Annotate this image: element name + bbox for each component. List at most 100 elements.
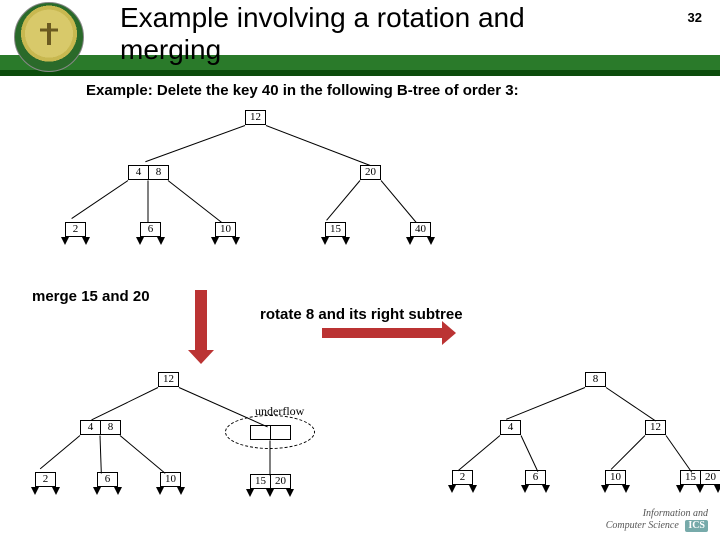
null-pointer-icon xyxy=(342,237,350,245)
null-pointer-icon xyxy=(61,237,69,245)
node-key: 10 xyxy=(215,222,236,237)
null-pointer-icon xyxy=(136,237,144,245)
top-l1-right-node: 20 xyxy=(360,165,381,180)
footer-line2: Computer Science xyxy=(606,520,679,531)
null-pointer-icon xyxy=(157,237,165,245)
node-key: 4 xyxy=(80,420,101,435)
edge xyxy=(270,441,271,476)
edge xyxy=(145,125,245,162)
node-key: 10 xyxy=(605,470,626,485)
rotate-arrow-icon xyxy=(322,328,442,338)
node-key: 10 xyxy=(160,472,181,487)
node-key: 20 xyxy=(270,474,291,489)
null-pointer-icon xyxy=(114,487,122,495)
top-leaf-5: 40 xyxy=(410,222,431,237)
mid-leaf-1: 2 xyxy=(35,472,56,487)
null-pointer-icon xyxy=(427,237,435,245)
null-pointer-icon xyxy=(406,237,414,245)
null-pointer-icon xyxy=(321,237,329,245)
merge-label: merge 15 and 20 xyxy=(32,288,150,305)
node-key: 8 xyxy=(100,420,121,435)
null-pointer-icon xyxy=(622,485,630,493)
right-root-node: 8 xyxy=(585,372,606,387)
node-key: 12 xyxy=(245,110,266,125)
null-pointer-icon xyxy=(448,485,456,493)
node-key: 20 xyxy=(700,470,720,485)
node-key: 40 xyxy=(410,222,431,237)
top-leaf-2: 6 xyxy=(140,222,161,237)
edge xyxy=(521,435,539,472)
footer-line1: Information and xyxy=(643,508,708,519)
null-pointer-icon xyxy=(676,485,684,493)
node-key: 20 xyxy=(360,165,381,180)
edge xyxy=(266,125,371,166)
mid-leaf-4: 15 20 xyxy=(250,474,291,489)
edge xyxy=(91,387,158,420)
null-pointer-icon xyxy=(714,485,720,493)
right-leaf-1: 2 xyxy=(452,470,473,485)
null-pointer-icon xyxy=(93,487,101,495)
right-leaf-2: 6 xyxy=(525,470,546,485)
null-pointer-icon xyxy=(177,487,185,495)
top-leaf-4: 15 xyxy=(325,222,346,237)
department-logo: Information and Computer Science ICS xyxy=(606,509,708,532)
null-pointer-icon xyxy=(696,485,704,493)
edge xyxy=(100,435,102,473)
top-root-node: 12 xyxy=(245,110,266,125)
null-pointer-icon xyxy=(31,487,39,495)
edge xyxy=(148,181,149,223)
edge xyxy=(666,435,693,472)
node-key: 6 xyxy=(97,472,118,487)
null-pointer-icon xyxy=(156,487,164,495)
null-pointer-icon xyxy=(266,489,274,497)
rotate-label: rotate 8 and its right subtree xyxy=(260,306,463,323)
edge xyxy=(458,435,501,471)
node-key: 4 xyxy=(500,420,521,435)
footer-badge: ICS xyxy=(685,520,708,533)
mid-leaf-3: 10 xyxy=(160,472,181,487)
mid-l1-left-node: 4 8 xyxy=(80,420,121,435)
null-pointer-icon xyxy=(82,237,90,245)
null-pointer-icon xyxy=(232,237,240,245)
right-l1-right-node: 12 xyxy=(645,420,666,435)
right-leaf-3: 10 xyxy=(605,470,626,485)
merge-arrow-icon xyxy=(195,290,207,350)
node-key: 15 xyxy=(325,222,346,237)
null-pointer-icon xyxy=(246,489,254,497)
node-key: 2 xyxy=(65,222,86,237)
null-pointer-icon xyxy=(52,487,60,495)
edge xyxy=(611,435,646,470)
right-leaf-4: 15 20 xyxy=(680,470,720,485)
mid-leaf-2: 6 xyxy=(97,472,118,487)
right-l1-left-node: 4 xyxy=(500,420,521,435)
edge xyxy=(40,435,80,469)
node-key: 8 xyxy=(148,165,169,180)
edge xyxy=(381,180,417,223)
top-leaf-1: 2 xyxy=(65,222,86,237)
node-key: 4 xyxy=(128,165,149,180)
node-key: 12 xyxy=(645,420,666,435)
edge xyxy=(168,180,222,223)
edge xyxy=(606,387,656,421)
null-pointer-icon xyxy=(469,485,477,493)
null-pointer-icon xyxy=(286,489,294,497)
node-key: 2 xyxy=(35,472,56,487)
null-pointer-icon xyxy=(211,237,219,245)
node-key: 2 xyxy=(452,470,473,485)
null-pointer-icon xyxy=(521,485,529,493)
edge xyxy=(326,180,360,220)
null-pointer-icon xyxy=(542,485,550,493)
edge xyxy=(71,180,128,219)
node-key: 6 xyxy=(140,222,161,237)
node-key: 12 xyxy=(158,372,179,387)
edge xyxy=(120,435,166,474)
node-key: 8 xyxy=(585,372,606,387)
null-pointer-icon xyxy=(601,485,609,493)
diagram-area: 12 4 8 20 2 6 10 15 40 merge 15 and 20 xyxy=(0,0,720,540)
node-key: 6 xyxy=(525,470,546,485)
node-key: 15 xyxy=(250,474,271,489)
top-l1-left-node: 4 8 xyxy=(128,165,169,180)
top-leaf-3: 10 xyxy=(215,222,236,237)
edge xyxy=(506,387,585,420)
mid-root-node: 12 xyxy=(158,372,179,387)
